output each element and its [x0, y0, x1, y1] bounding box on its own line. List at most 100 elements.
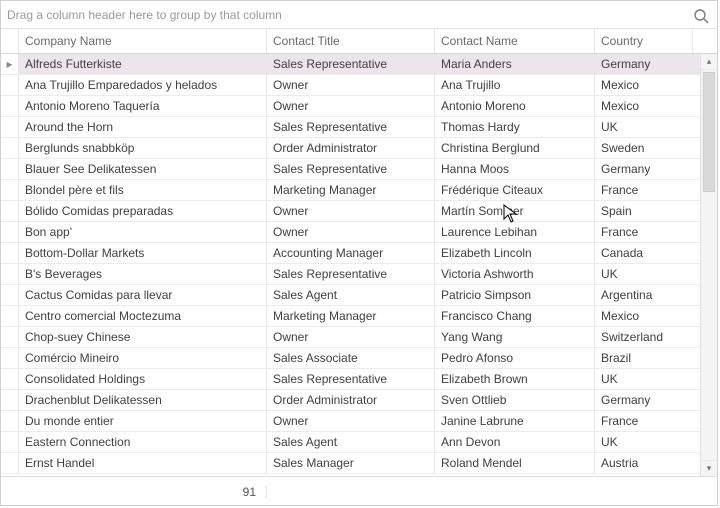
column-header-title[interactable]: Contact Title: [267, 29, 435, 53]
cell-company[interactable]: B's Beverages: [19, 264, 267, 284]
table-row[interactable]: ▸Alfreds FutterkisteSales Representative…: [1, 54, 701, 75]
cell-country[interactable]: Argentina: [595, 285, 692, 305]
column-header-country[interactable]: Country: [595, 29, 692, 53]
table-row[interactable]: Ernst HandelSales ManagerRoland MendelAu…: [1, 453, 701, 474]
cell-company[interactable]: Chop-suey Chinese: [19, 327, 267, 347]
cell-company[interactable]: Ernst Handel: [19, 453, 267, 473]
cell-country[interactable]: Spain: [595, 201, 692, 221]
table-row[interactable]: Bottom-Dollar MarketsAccounting ManagerE…: [1, 243, 701, 264]
cell-country[interactable]: France: [595, 222, 692, 242]
table-row[interactable]: Comércio MineiroSales AssociatePedro Afo…: [1, 348, 701, 369]
cell-country[interactable]: Mexico: [595, 96, 692, 116]
column-header-company[interactable]: Company Name: [19, 29, 267, 53]
cell-contact[interactable]: Ann Devon: [435, 432, 595, 452]
cell-contact[interactable]: Pedro Afonso: [435, 348, 595, 368]
scroll-thumb[interactable]: [703, 72, 715, 192]
cell-contact[interactable]: Francisco Chang: [435, 306, 595, 326]
cell-contact[interactable]: Elizabeth Brown: [435, 369, 595, 389]
cell-country[interactable]: UK: [595, 264, 692, 284]
cell-title[interactable]: Sales Representative: [267, 264, 435, 284]
table-row[interactable]: Consolidated HoldingsSales Representativ…: [1, 369, 701, 390]
cell-company[interactable]: Drachenblut Delikatessen: [19, 390, 267, 410]
cell-title[interactable]: Owner: [267, 96, 435, 116]
cell-country[interactable]: Canada: [595, 243, 692, 263]
cell-title[interactable]: Sales Agent: [267, 285, 435, 305]
cell-company[interactable]: Bon app': [19, 222, 267, 242]
cell-title[interactable]: Accounting Manager: [267, 243, 435, 263]
scroll-track[interactable]: [701, 70, 717, 460]
cell-company[interactable]: Consolidated Holdings: [19, 369, 267, 389]
cell-title[interactable]: Sales Agent: [267, 432, 435, 452]
table-row[interactable]: Cactus Comidas para llevarSales AgentPat…: [1, 285, 701, 306]
cell-contact[interactable]: Yang Wang: [435, 327, 595, 347]
cell-company[interactable]: Blondel père et fils: [19, 180, 267, 200]
table-row[interactable]: Blauer See DelikatessenSales Representat…: [1, 159, 701, 180]
cell-company[interactable]: Du monde entier: [19, 411, 267, 431]
cell-contact[interactable]: Sven Ottlieb: [435, 390, 595, 410]
table-row[interactable]: Drachenblut DelikatessenOrder Administra…: [1, 390, 701, 411]
cell-country[interactable]: UK: [595, 432, 692, 452]
scroll-down-button[interactable]: ▾: [701, 460, 717, 476]
cell-contact[interactable]: Antonio Moreno: [435, 96, 595, 116]
cell-contact[interactable]: Laurence Lebihan: [435, 222, 595, 242]
cell-title[interactable]: Sales Representative: [267, 369, 435, 389]
cell-country[interactable]: Switzerland: [595, 327, 692, 347]
cell-company[interactable]: Bólido Comidas preparadas: [19, 201, 267, 221]
table-row[interactable]: Berglunds snabbköpOrder AdministratorChr…: [1, 138, 701, 159]
cell-country[interactable]: UK: [595, 117, 692, 137]
cell-company[interactable]: Berglunds snabbköp: [19, 138, 267, 158]
cell-contact[interactable]: Maria Anders: [435, 54, 595, 74]
table-row[interactable]: Chop-suey ChineseOwnerYang WangSwitzerla…: [1, 327, 701, 348]
table-row[interactable]: B's BeveragesSales RepresentativeVictori…: [1, 264, 701, 285]
group-by-panel[interactable]: Drag a column header here to group by th…: [1, 1, 717, 29]
cell-country[interactable]: Sweden: [595, 138, 692, 158]
cell-contact[interactable]: Hanna Moos: [435, 159, 595, 179]
scroll-up-button[interactable]: ▴: [701, 54, 717, 70]
cell-title[interactable]: Sales Associate: [267, 348, 435, 368]
cell-company[interactable]: Around the Horn: [19, 117, 267, 137]
cell-country[interactable]: Germany: [595, 159, 692, 179]
cell-contact[interactable]: Frédérique Citeaux: [435, 180, 595, 200]
cell-title[interactable]: Sales Representative: [267, 159, 435, 179]
cell-contact[interactable]: Thomas Hardy: [435, 117, 595, 137]
cell-country[interactable]: UK: [595, 369, 692, 389]
cell-country[interactable]: Mexico: [595, 306, 692, 326]
cell-contact[interactable]: Ana Trujillo: [435, 75, 595, 95]
table-row[interactable]: Centro comercial MoctezumaMarketing Mana…: [1, 306, 701, 327]
table-row[interactable]: Bólido Comidas preparadasOwnerMartín Som…: [1, 201, 701, 222]
cell-title[interactable]: Order Administrator: [267, 138, 435, 158]
cell-company[interactable]: Centro comercial Moctezuma: [19, 306, 267, 326]
cell-company[interactable]: Alfreds Futterkiste: [19, 54, 267, 74]
cell-contact[interactable]: Victoria Ashworth: [435, 264, 595, 284]
cell-contact[interactable]: Patricio Simpson: [435, 285, 595, 305]
cell-title[interactable]: Sales Manager: [267, 453, 435, 473]
table-row[interactable]: Ana Trujillo Emparedados y heladosOwnerA…: [1, 75, 701, 96]
table-row[interactable]: Antonio Moreno TaqueríaOwnerAntonio More…: [1, 96, 701, 117]
cell-company[interactable]: Comércio Mineiro: [19, 348, 267, 368]
cell-company[interactable]: Bottom-Dollar Markets: [19, 243, 267, 263]
table-row[interactable]: Blondel père et filsMarketing ManagerFré…: [1, 180, 701, 201]
vertical-scrollbar[interactable]: ▴ ▾: [700, 54, 717, 476]
cell-title[interactable]: Order Administrator: [267, 390, 435, 410]
cell-country[interactable]: Germany: [595, 390, 692, 410]
search-icon[interactable]: [693, 6, 709, 22]
cell-title[interactable]: Sales Representative: [267, 54, 435, 74]
cell-contact[interactable]: Roland Mendel: [435, 453, 595, 473]
cell-country[interactable]: Germany: [595, 54, 692, 74]
cell-company[interactable]: Ana Trujillo Emparedados y helados: [19, 75, 267, 95]
cell-contact[interactable]: Martín Sommer: [435, 201, 595, 221]
cell-title[interactable]: Marketing Manager: [267, 180, 435, 200]
cell-country[interactable]: Mexico: [595, 75, 692, 95]
cell-company[interactable]: Blauer See Delikatessen: [19, 159, 267, 179]
cell-country[interactable]: France: [595, 411, 692, 431]
cell-contact[interactable]: Elizabeth Lincoln: [435, 243, 595, 263]
cell-title[interactable]: Owner: [267, 201, 435, 221]
cell-title[interactable]: Owner: [267, 411, 435, 431]
table-row[interactable]: Du monde entierOwnerJanine LabruneFrance: [1, 411, 701, 432]
cell-country[interactable]: Austria: [595, 453, 692, 473]
cell-title[interactable]: Sales Representative: [267, 117, 435, 137]
cell-title[interactable]: Marketing Manager: [267, 306, 435, 326]
cell-country[interactable]: Brazil: [595, 348, 692, 368]
table-row[interactable]: Eastern ConnectionSales AgentAnn DevonUK: [1, 432, 701, 453]
table-row[interactable]: Around the HornSales RepresentativeThoma…: [1, 117, 701, 138]
